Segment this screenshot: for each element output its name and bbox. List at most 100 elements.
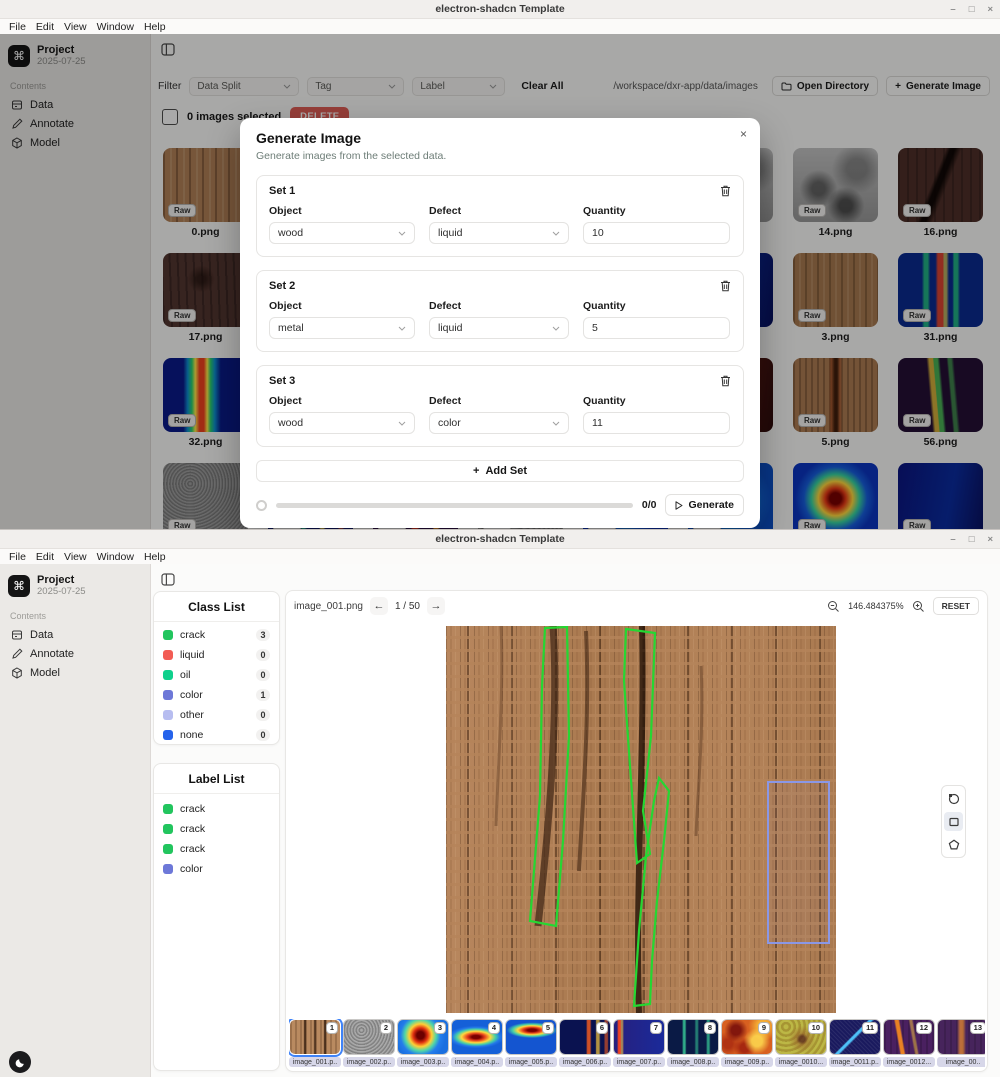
quantity-input[interactable]: 11 bbox=[583, 412, 730, 434]
object-select[interactable]: metal bbox=[269, 317, 415, 339]
image-thumbnail-item[interactable]: 2 image_002.p.. bbox=[343, 1019, 395, 1069]
zoom-in-button[interactable] bbox=[910, 598, 927, 615]
label-list-item[interactable]: crack bbox=[154, 839, 279, 859]
menu-item[interactable]: Edit bbox=[31, 551, 59, 563]
annotation-viewer-card: image_001.png ← 1 / 50 → 146.484375% RES… bbox=[285, 590, 988, 1072]
thumbnail-image[interactable]: 7 bbox=[613, 1019, 665, 1055]
menu-item[interactable]: View bbox=[59, 551, 92, 563]
quantity-input[interactable]: 5 bbox=[583, 317, 730, 339]
minimize-button[interactable]: – bbox=[950, 534, 955, 545]
class-list-item[interactable]: oil 0 bbox=[154, 665, 279, 685]
next-image-button[interactable]: → bbox=[427, 597, 445, 615]
thumbnail-image[interactable]: 1 bbox=[289, 1019, 341, 1055]
image-thumbnail-item[interactable]: 11 image_0011.p.. bbox=[829, 1019, 881, 1069]
menu-item[interactable]: File bbox=[4, 21, 31, 33]
menu-item[interactable]: Window bbox=[92, 551, 139, 563]
quantity-input[interactable]: 10 bbox=[583, 222, 730, 244]
maximize-button[interactable]: □ bbox=[969, 4, 975, 15]
menu-item[interactable]: Edit bbox=[31, 21, 59, 33]
label-list-item[interactable]: crack bbox=[154, 799, 279, 819]
minimize-button[interactable]: – bbox=[950, 4, 955, 15]
sidebar-item-annotate[interactable]: Annotate bbox=[8, 645, 142, 664]
sidebar-toggle-icon[interactable] bbox=[159, 570, 177, 588]
label-list-item[interactable]: crack bbox=[154, 819, 279, 839]
class-list-item[interactable]: color 1 bbox=[154, 685, 279, 705]
object-select[interactable]: wood bbox=[269, 222, 415, 244]
image-thumbnail-item[interactable]: 4 image_004.p.. bbox=[451, 1019, 503, 1069]
image-thumbnail-item[interactable]: 13 image_00.. bbox=[937, 1019, 985, 1069]
wood-crack-texture bbox=[638, 626, 643, 1013]
object-select[interactable]: wood bbox=[269, 412, 415, 434]
reset-zoom-button[interactable]: RESET bbox=[933, 597, 979, 615]
defect-select[interactable]: color bbox=[429, 412, 569, 434]
thumbnail-image[interactable]: 12 bbox=[883, 1019, 935, 1055]
thumbnail-index-badge: 11 bbox=[862, 1022, 878, 1034]
sidebar-item-model[interactable]: Model bbox=[8, 664, 142, 683]
trash-icon[interactable] bbox=[720, 375, 731, 387]
thumbnail-image[interactable]: 6 bbox=[559, 1019, 611, 1055]
modal-subtitle: Generate images from the selected data. bbox=[256, 150, 744, 162]
thumbnail-image[interactable]: 3 bbox=[397, 1019, 449, 1055]
class-list-card: Class List crack 3 liquid 0 oi bbox=[153, 591, 280, 745]
zoom-out-button[interactable] bbox=[825, 598, 842, 615]
data-window: electron-shadcn Template – □ × FileEditV… bbox=[0, 0, 1000, 529]
ellipse-tool-button[interactable] bbox=[944, 789, 963, 808]
quantity-label: Quantity bbox=[583, 395, 730, 407]
trash-icon[interactable] bbox=[720, 280, 731, 292]
image-thumbnail-item[interactable]: 12 image_0012... bbox=[883, 1019, 935, 1069]
image-thumbnail-item[interactable]: 3 image_003.p.. bbox=[397, 1019, 449, 1069]
rectangle-tool-button[interactable] bbox=[944, 812, 963, 831]
class-list-item[interactable]: other 0 bbox=[154, 705, 279, 725]
maximize-button[interactable]: □ bbox=[969, 534, 975, 545]
menu-item[interactable]: Window bbox=[92, 21, 139, 33]
class-list-item[interactable]: crack 3 bbox=[154, 625, 279, 645]
label-list-item[interactable]: color bbox=[154, 859, 279, 879]
modal-close-icon[interactable]: × bbox=[740, 127, 747, 141]
image-thumbnail-item[interactable]: 8 image_008.p.. bbox=[667, 1019, 719, 1069]
annotation-canvas[interactable] bbox=[286, 621, 987, 1019]
defect-select[interactable]: liquid bbox=[429, 317, 569, 339]
image-thumbnail-item[interactable]: 9 image_009.p.. bbox=[721, 1019, 773, 1069]
thumbnail-index-badge: 9 bbox=[758, 1022, 770, 1034]
sidebar-item-data[interactable]: Data bbox=[8, 626, 142, 645]
menu-item[interactable]: View bbox=[59, 21, 92, 33]
polygon-tool-button[interactable] bbox=[944, 835, 963, 854]
image-thumbnail-item[interactable]: 6 image_006.p.. bbox=[559, 1019, 611, 1069]
menu-bar: FileEditViewWindowHelp bbox=[0, 19, 1000, 34]
menu-item[interactable]: Help bbox=[139, 21, 171, 33]
previous-image-button[interactable]: ← bbox=[370, 597, 388, 615]
generate-button[interactable]: Generate bbox=[665, 494, 744, 516]
class-count-badge: 0 bbox=[256, 669, 270, 681]
menu-item[interactable]: File bbox=[4, 551, 31, 563]
thumbnail-index-badge: 8 bbox=[704, 1022, 716, 1034]
thumbnail-image[interactable]: 2 bbox=[343, 1019, 395, 1055]
close-button[interactable]: × bbox=[987, 4, 993, 15]
close-button[interactable]: × bbox=[987, 534, 993, 545]
add-set-button[interactable]: + Add Set bbox=[256, 460, 744, 482]
thumbnail-image[interactable]: 5 bbox=[505, 1019, 557, 1055]
class-list-item[interactable]: liquid 0 bbox=[154, 645, 279, 665]
image-thumbnail-item[interactable]: 5 image_005.p.. bbox=[505, 1019, 557, 1069]
thumbnail-image[interactable]: 4 bbox=[451, 1019, 503, 1055]
thumbnail-index-badge: 10 bbox=[808, 1022, 824, 1034]
thumbnail-image[interactable]: 10 bbox=[775, 1019, 827, 1055]
defect-select[interactable]: liquid bbox=[429, 222, 569, 244]
thumbnail-image[interactable]: 8 bbox=[667, 1019, 719, 1055]
image-thumbnail-item[interactable]: 1 image_001.p.. bbox=[289, 1019, 341, 1069]
generation-set-card: Set 3 Object wood Defect color bbox=[256, 365, 744, 447]
thumbnail-filename: image_00.. bbox=[937, 1057, 985, 1067]
theme-toggle-button[interactable] bbox=[9, 1051, 31, 1073]
menu-item[interactable]: Help bbox=[139, 551, 171, 563]
color-rect-annotation[interactable] bbox=[768, 782, 829, 943]
annotated-image[interactable] bbox=[446, 626, 836, 1013]
image-thumbnail-item[interactable]: 7 image_007.p.. bbox=[613, 1019, 665, 1069]
thumbnail-image[interactable]: 9 bbox=[721, 1019, 773, 1055]
image-thumbnail-item[interactable]: 10 image_0010... bbox=[775, 1019, 827, 1069]
class-color-swatch bbox=[163, 670, 173, 680]
project-header: ⌘ Project 2025-07-25 bbox=[8, 574, 142, 598]
trash-icon[interactable] bbox=[720, 185, 731, 197]
thumbnail-image[interactable]: 11 bbox=[829, 1019, 881, 1055]
label-name: color bbox=[180, 863, 270, 875]
class-list-item[interactable]: none 0 bbox=[154, 725, 279, 745]
thumbnail-image[interactable]: 13 bbox=[937, 1019, 985, 1055]
